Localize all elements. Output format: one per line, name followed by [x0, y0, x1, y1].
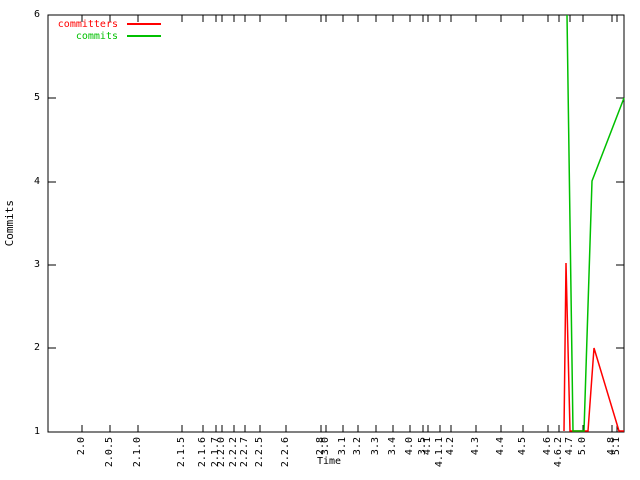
legend-line-sample-committers [127, 23, 161, 25]
x-tick-label: 4.1.1 [435, 437, 445, 467]
x-tick-label: 2.2.0 [217, 437, 227, 467]
x-tick-label: 4.1 [423, 437, 433, 455]
y-tick-label: 1 [10, 427, 40, 437]
legend-label-commits: commits [50, 31, 118, 42]
y-tick-label: 4 [10, 177, 40, 187]
x-tick-label: 4.6 [543, 437, 553, 455]
x-tick-label: 3.0 [321, 437, 331, 455]
x-tick-label: 2.1.0 [133, 437, 143, 467]
x-tick-label: 3.2 [353, 437, 363, 455]
x-tick-label: 2.2.6 [281, 437, 291, 467]
x-tick-label: 4.0 [405, 437, 415, 455]
commits-line [567, 15, 624, 431]
x-tick-label: 5.1 [612, 437, 622, 455]
legend-entry-committers: committers [50, 18, 161, 30]
plot-area [0, 0, 640, 480]
x-tick-label: 4.4 [496, 437, 506, 455]
legend-label-committers: committers [50, 19, 118, 30]
x-tick-label: 3.4 [388, 437, 398, 455]
x-tick-label: 2.0 [77, 437, 87, 455]
legend: committers commits [50, 18, 161, 42]
plot-border [48, 15, 624, 432]
x-tick-label: 4.3 [471, 437, 481, 455]
x-tick-label: 4.7 [565, 437, 575, 455]
x-axis-title: Time [317, 456, 341, 467]
x-tick-label: 3.1 [338, 437, 348, 455]
x-tick-label: 2.1.6 [198, 437, 208, 467]
x-tick-label: 5.0 [578, 437, 588, 455]
y-tick-label: 3 [10, 260, 40, 270]
x-tick-label: 4.5 [518, 437, 528, 455]
x-tick-label: 2.2.2 [229, 437, 239, 467]
y-tick-label: 5 [10, 93, 40, 103]
x-tick-label: 4.6.2 [554, 437, 564, 467]
x-tick-label: 2.2.5 [255, 437, 265, 467]
x-tick-label: 2.1.5 [177, 437, 187, 467]
x-tick-label: 2.0.5 [105, 437, 115, 467]
x-tick-label: 4.2 [446, 437, 456, 455]
chart-canvas: Commits Time committers commits 1 2 3 4 5 6 2… [0, 0, 640, 480]
y-axis-title: Commits [4, 200, 16, 246]
legend-entry-commits: commits [50, 30, 161, 42]
x-tick-label: 3.3 [371, 437, 381, 455]
legend-line-sample-commits [127, 35, 161, 37]
y-tick-label: 2 [10, 343, 40, 353]
x-tick-label: 2.2.7 [240, 437, 250, 467]
y-tick-label: 6 [10, 10, 40, 20]
